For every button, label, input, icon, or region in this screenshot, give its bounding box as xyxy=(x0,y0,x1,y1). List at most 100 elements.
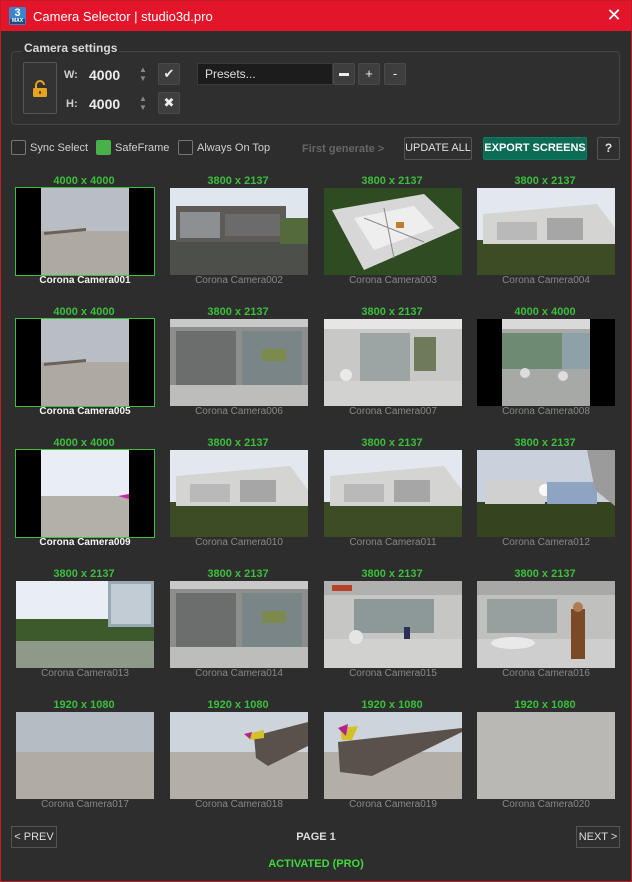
camera-resolution: 4000 x 4000 xyxy=(53,306,115,318)
camera-settings-title: Camera settings xyxy=(22,41,120,55)
width-label: W: xyxy=(64,69,78,81)
camera-thumbnail[interactable] xyxy=(170,712,308,799)
camera-resolution: 4000 x 4000 xyxy=(53,437,115,449)
camera-resolution: 3800 x 2137 xyxy=(361,175,423,187)
camera-name: Corona Camera009 xyxy=(39,537,131,548)
camera-name: Corona Camera007 xyxy=(349,406,437,417)
camera-name: Corona Camera020 xyxy=(502,799,590,810)
camera-thumbnail[interactable] xyxy=(477,188,615,275)
height-label: H: xyxy=(66,98,78,110)
camera-thumbnail[interactable] xyxy=(477,319,615,406)
camera-name: Corona Camera011 xyxy=(349,537,437,548)
camera-resolution: 3800 x 2137 xyxy=(53,568,115,580)
camera-name: Corona Camera017 xyxy=(41,799,129,810)
camera-thumbnail[interactable] xyxy=(15,187,155,276)
safeframe-label: SafeFrame xyxy=(115,142,170,154)
camera-tile[interactable]: 1920 x 1080 Corona Camera018 xyxy=(167,699,309,819)
next-page-button[interactable]: NEXT > xyxy=(576,826,620,848)
checkmark-icon: ✔ xyxy=(163,66,175,81)
height-input[interactable]: 4000 xyxy=(89,96,120,112)
preset-remove-button[interactable]: - xyxy=(384,63,406,85)
camera-name: Corona Camera005 xyxy=(39,406,131,417)
camera-thumbnail[interactable] xyxy=(15,318,155,407)
camera-thumbnail[interactable] xyxy=(477,581,615,668)
camera-tile[interactable]: 3800 x 2137 Corona Camera011 xyxy=(321,437,463,557)
camera-tile[interactable]: 3800 x 2137 Corona Camera016 xyxy=(474,568,616,688)
camera-thumbnail[interactable] xyxy=(170,319,308,406)
camera-tile[interactable]: 3800 x 2137 Corona Camera012 xyxy=(474,437,616,557)
camera-resolution: 1920 x 1080 xyxy=(361,699,423,711)
camera-resolution: 1920 x 1080 xyxy=(207,699,269,711)
close-icon[interactable]: ✕ xyxy=(605,6,623,24)
camera-thumbnail[interactable] xyxy=(16,712,154,799)
camera-thumbnail[interactable] xyxy=(15,449,155,538)
camera-tile[interactable]: 1920 x 1080 Corona Camera017 xyxy=(13,699,155,819)
apply-size-button[interactable]: ✔ xyxy=(158,63,180,85)
camera-tile[interactable]: 3800 x 2137 Corona Camera003 xyxy=(321,175,463,295)
activation-status: ACTIVATED (PRO) xyxy=(268,858,364,870)
camera-name: Corona Camera002 xyxy=(195,275,283,286)
camera-thumbnail[interactable] xyxy=(477,712,615,799)
always-on-top-checkbox[interactable] xyxy=(178,140,193,155)
camera-tile[interactable]: 3800 x 2137 Corona Camera015 xyxy=(321,568,463,688)
camera-name: Corona Camera018 xyxy=(195,799,283,810)
preset-add-button[interactable]: + xyxy=(358,63,380,85)
width-input[interactable]: 4000 xyxy=(89,67,120,83)
camera-thumbnail[interactable] xyxy=(324,319,462,406)
camera-name: Corona Camera008 xyxy=(502,406,590,417)
camera-name: Corona Camera004 xyxy=(502,275,590,286)
camera-thumbnail[interactable] xyxy=(16,581,154,668)
camera-thumbnail[interactable] xyxy=(170,581,308,668)
camera-tile[interactable]: 4000 x 4000 Corona Camera009 xyxy=(13,437,155,557)
camera-thumbnail[interactable] xyxy=(324,712,462,799)
presets-dropdown[interactable]: Presets... xyxy=(197,63,333,85)
camera-tile[interactable]: 3800 x 2137 Corona Camera010 xyxy=(167,437,309,557)
camera-resolution: 3800 x 2137 xyxy=(361,437,423,449)
safeframe-checkbox[interactable] xyxy=(96,140,111,155)
app-icon-sub: MAX xyxy=(10,18,25,24)
camera-thumbnail[interactable] xyxy=(324,450,462,537)
export-screens-button[interactable]: EXPORT SCREENS xyxy=(483,137,587,160)
camera-thumbnail[interactable] xyxy=(170,450,308,537)
camera-tile[interactable]: 3800 x 2137 Corona Camera014 xyxy=(167,568,309,688)
camera-tile[interactable]: 1920 x 1080 Corona Camera019 xyxy=(321,699,463,819)
camera-tile[interactable]: 4000 x 4000 Corona Camera005 xyxy=(13,306,155,426)
height-spinner[interactable]: ▲ ▼ xyxy=(138,94,148,112)
unlock-icon xyxy=(33,80,47,97)
camera-tile[interactable]: 3800 x 2137 Corona Camera007 xyxy=(321,306,463,426)
camera-grid: 4000 x 4000 Corona Camera001 3800 x 2137 Co… xyxy=(13,175,619,815)
camera-thumbnail[interactable] xyxy=(170,188,308,275)
update-all-button[interactable]: UPDATE ALL xyxy=(404,137,472,160)
aspect-lock-button[interactable] xyxy=(23,62,57,114)
camera-resolution: 1920 x 1080 xyxy=(514,699,576,711)
page-indicator: PAGE 1 xyxy=(296,831,336,843)
camera-resolution: 3800 x 2137 xyxy=(514,568,576,580)
window-title: Camera Selector | studio3d.pro xyxy=(33,9,213,24)
camera-thumbnail[interactable] xyxy=(477,450,615,537)
camera-tile[interactable]: 4000 x 4000 Corona Camera008 xyxy=(474,306,616,426)
width-spinner[interactable]: ▲ ▼ xyxy=(138,65,148,83)
pagination-bar: < PREV PAGE 1 NEXT > xyxy=(0,826,632,850)
camera-resolution: 3800 x 2137 xyxy=(514,437,576,449)
camera-resolution: 3800 x 2137 xyxy=(361,568,423,580)
camera-tile[interactable]: 3800 x 2137 Corona Camera002 xyxy=(167,175,309,295)
camera-tile[interactable]: 3800 x 2137 Corona Camera013 xyxy=(13,568,155,688)
camera-thumbnail[interactable] xyxy=(324,188,462,275)
camera-tile[interactable]: 3800 x 2137 Corona Camera004 xyxy=(474,175,616,295)
camera-tile[interactable]: 1920 x 1080 Corona Camera020 xyxy=(474,699,616,819)
help-button[interactable]: ? xyxy=(597,137,620,160)
title-bar[interactable]: 3 MAX Camera Selector | studio3d.pro ✕ xyxy=(1,1,631,31)
sync-select-checkbox[interactable] xyxy=(11,140,26,155)
camera-tile[interactable]: 4000 x 4000 Corona Camera001 xyxy=(13,175,155,295)
camera-thumbnail[interactable] xyxy=(324,581,462,668)
camera-resolution: 4000 x 4000 xyxy=(53,175,115,187)
camera-name: Corona Camera012 xyxy=(502,537,590,548)
preset-minus-square-button[interactable]: ▬ xyxy=(333,63,355,85)
camera-name: Corona Camera016 xyxy=(502,668,590,679)
camera-resolution: 3800 x 2137 xyxy=(514,175,576,187)
sync-select-label: Sync Select xyxy=(30,142,89,154)
cancel-size-button[interactable]: ✖ xyxy=(158,92,180,114)
camera-name: Corona Camera015 xyxy=(349,668,437,679)
x-icon: ✖ xyxy=(163,95,175,110)
camera-tile[interactable]: 3800 x 2137 Corona Camera006 xyxy=(167,306,309,426)
